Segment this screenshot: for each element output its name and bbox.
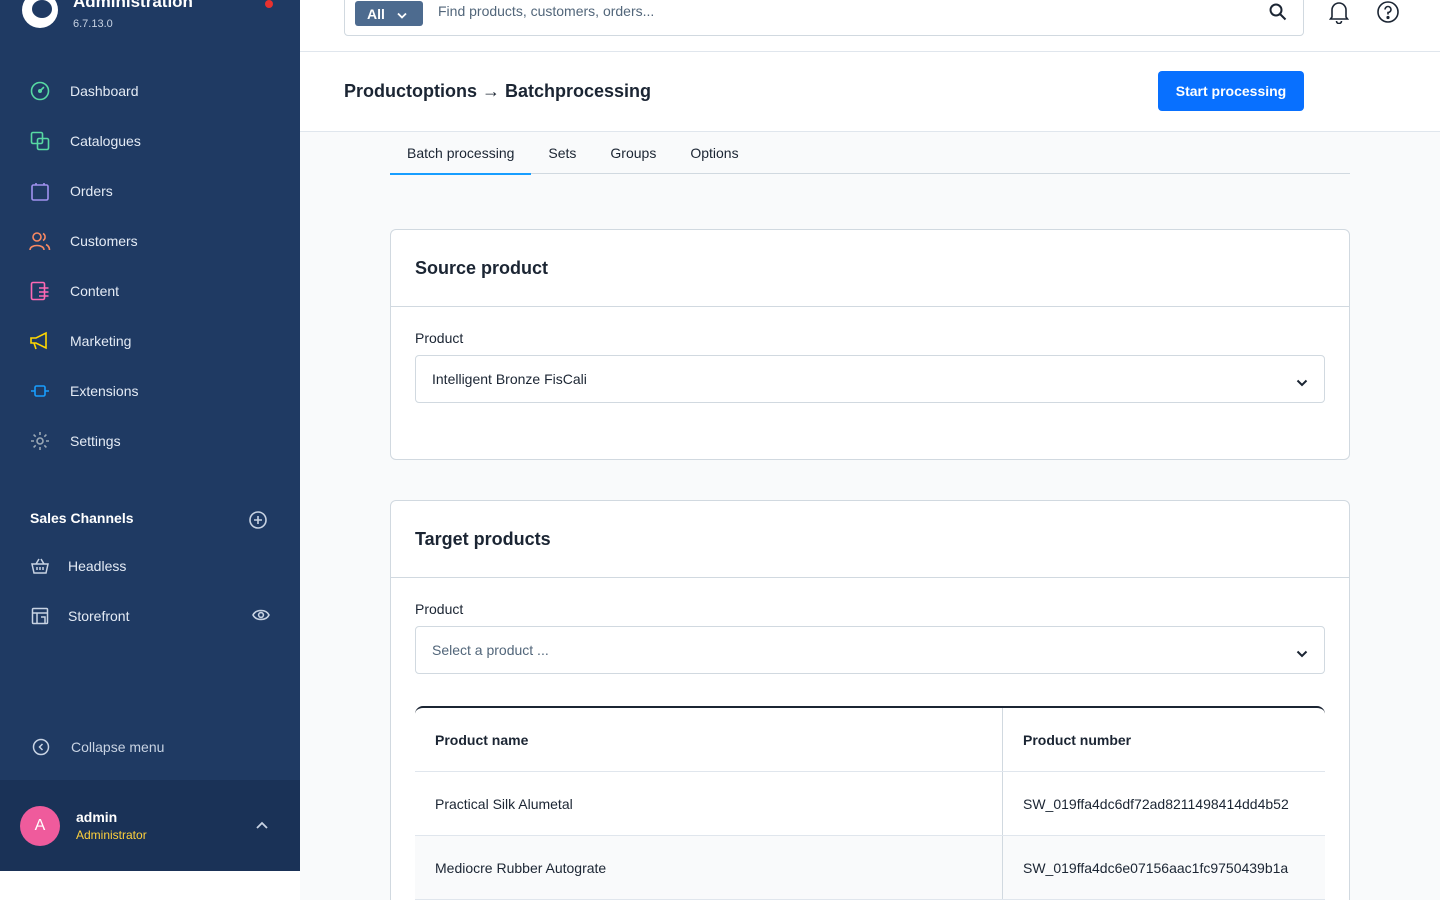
user-name: admin (76, 809, 118, 825)
user-role: Administrator (76, 828, 147, 842)
content-icon (29, 280, 51, 302)
sales-channels-title: Sales Channels (30, 510, 134, 526)
main-nav: Dashboard Catalogues Orders Customers Co… (0, 66, 300, 466)
topbar: All (300, 0, 1440, 52)
tab-options[interactable]: Options (673, 132, 755, 174)
select-placeholder: Select a product ... (432, 642, 549, 658)
sidebar-item-catalogues[interactable]: Catalogues (0, 116, 300, 166)
column-header-product-number[interactable]: Product number (1003, 708, 1325, 771)
basket-icon (29, 555, 51, 577)
selected-value: Intelligent Bronze FisCali (432, 371, 587, 387)
start-processing-button[interactable]: Start processing (1158, 71, 1304, 111)
table-row[interactable]: Mediocre Rubber Autograte SW_019ffa4dc6e… (415, 836, 1325, 900)
target-products-grid: Product name Product number Practical Si… (415, 706, 1325, 900)
tab-bar: Batch processing Sets Groups Options (390, 132, 1350, 175)
table-header-row: Product name Product number (415, 708, 1325, 772)
collapse-menu-button[interactable]: Collapse menu (0, 734, 300, 760)
source-product-card: Source product Product Intelligent Bronz… (390, 229, 1350, 460)
app-version: 6.7.13.0 (73, 18, 113, 30)
user-menu[interactable]: A admin Administrator (0, 780, 300, 871)
table-row[interactable]: Practical Silk Alumetal SW_019ffa4dc6df7… (415, 772, 1325, 836)
global-search: All (344, 0, 1304, 36)
product-name-cell: Mediocre Rubber Autograte (415, 836, 1003, 899)
sidebar-item-dashboard[interactable]: Dashboard (0, 66, 300, 116)
sidebar-item-label: Customers (70, 233, 138, 249)
sidebar-item-label: Marketing (70, 333, 132, 349)
sidebar-item-label: Dashboard (70, 83, 139, 99)
storefront-icon (29, 605, 51, 627)
notification-dot (265, 0, 273, 8)
main-content: Batch processing Sets Groups Options Sou… (300, 132, 1440, 900)
plug-icon (29, 380, 51, 402)
sidebar-item-label: Catalogues (70, 133, 141, 149)
chevron-left-circle-icon (30, 736, 52, 758)
product-name-cell: Practical Silk Alumetal (415, 772, 1003, 835)
sales-channel-label: Headless (68, 558, 127, 574)
tab-sets[interactable]: Sets (531, 132, 593, 174)
megaphone-icon (29, 330, 51, 352)
search-icon[interactable] (1269, 3, 1287, 26)
sidebar-item-customers[interactable]: Customers (0, 216, 300, 266)
users-icon (29, 230, 51, 252)
gauge-icon (29, 80, 51, 102)
target-product-select[interactable]: Select a product ... (415, 626, 1325, 674)
source-product-select[interactable]: Intelligent Bronze FisCali (415, 355, 1325, 403)
sales-channel-label: Storefront (68, 608, 130, 624)
bell-icon[interactable] (1327, 0, 1351, 29)
avatar: A (20, 805, 60, 846)
collapse-menu-label: Collapse menu (71, 739, 165, 755)
sidebar-item-label: Content (70, 283, 120, 299)
sidebar-item-label: Settings (70, 433, 121, 449)
page-header: Productoptions → Batchprocessing Start p… (300, 52, 1440, 132)
sidebar-item-settings[interactable]: Settings (0, 416, 300, 466)
shopware-logo-icon (22, 0, 58, 28)
sidebar-item-label: Extensions (70, 383, 139, 399)
column-header-product-name[interactable]: Product name (415, 708, 1003, 771)
search-type-select[interactable]: All (355, 1, 423, 26)
sidebar-item-marketing[interactable]: Marketing (0, 316, 300, 366)
brand[interactable]: Administration 6.7.13.0 (22, 0, 193, 38)
add-sales-channel-icon[interactable] (248, 510, 268, 530)
sidebar-item-orders[interactable]: Orders (0, 166, 300, 216)
tab-batch-processing[interactable]: Batch processing (390, 132, 532, 175)
product-number-cell: SW_019ffa4dc6df72ad8211498414dd4b52 (1023, 795, 1289, 812)
gear-icon (29, 430, 51, 452)
field-label: Product (415, 601, 464, 617)
shopping-bag-icon (29, 180, 51, 202)
card-title: Target products (391, 501, 1349, 578)
catalogue-icon (29, 130, 51, 152)
eye-icon[interactable] (252, 608, 270, 627)
sales-channel-headless[interactable]: Headless (0, 546, 300, 586)
sidebar-item-content[interactable]: Content (0, 266, 300, 316)
product-number-cell: SW_019ffa4dc6e07156aac1fc9750439b1a (1023, 859, 1289, 876)
page-title: Productoptions → Batchprocessing (344, 81, 652, 101)
chevron-down-icon (1296, 374, 1308, 390)
tab-groups[interactable]: Groups (593, 132, 673, 174)
search-type-label: All (367, 5, 385, 22)
chevron-down-icon (1296, 645, 1308, 661)
app-title: Administration (73, 0, 193, 11)
help-icon[interactable] (1376, 0, 1400, 29)
target-products-card: Target products Product Select a product… (390, 500, 1350, 900)
sales-channel-storefront[interactable]: Storefront (0, 596, 300, 636)
sidebar: Administration 6.7.13.0 Dashboard Catalo… (0, 0, 300, 871)
search-input[interactable] (438, 3, 1238, 19)
card-title: Source product (391, 230, 1349, 307)
sidebar-item-extensions[interactable]: Extensions (0, 366, 300, 416)
chevron-down-icon (397, 6, 407, 22)
chevron-up-icon[interactable] (255, 818, 269, 836)
field-label: Product (415, 330, 464, 346)
sidebar-item-label: Orders (70, 183, 113, 199)
